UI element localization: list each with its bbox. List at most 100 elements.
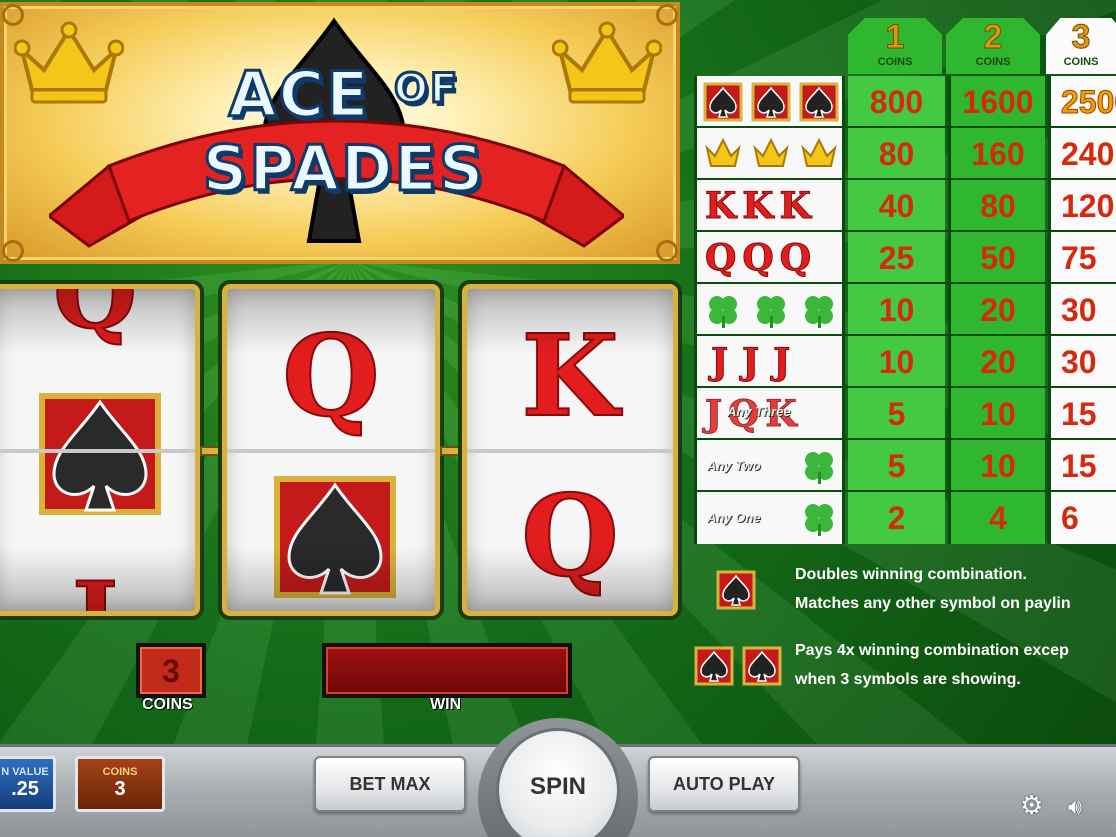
payout-3-coins: 75	[1048, 232, 1116, 282]
payout-2-coins: 80	[948, 180, 1045, 230]
symbol-kkk: KKK	[705, 185, 817, 228]
win-display-label: WIN	[430, 696, 462, 713]
double-wild-info-line1: Pays 4x winning combination excep	[795, 642, 1069, 659]
payout-2-coins: 160	[948, 128, 1045, 178]
clover-icon	[805, 504, 833, 536]
clover-icon	[757, 296, 785, 328]
coins-display: 3	[136, 643, 206, 698]
symbol-qqq: QQQ	[704, 237, 818, 280]
reel-1: Q J	[0, 284, 200, 616]
payout-2-coins: 1600	[948, 76, 1045, 126]
paytable-symbol-cell: JQK Any Three	[697, 388, 845, 438]
paytable-header-2-coins: 2 COINS	[946, 18, 1040, 74]
ace-of-spades-icon	[799, 82, 839, 122]
paytable-symbol-cell: QQQ	[697, 232, 845, 282]
reel-symbol-q: Q	[281, 310, 381, 443]
paytable-symbol-cell: Any Two	[697, 440, 845, 490]
paytable-row: 800 1600 2500	[697, 76, 1116, 128]
coins-selector-value: 3	[114, 778, 126, 800]
payout-3-coins: 6	[1048, 492, 1116, 544]
reel-symbol-k: K	[520, 310, 619, 443]
ace-of-spades-symbol-icon	[274, 476, 396, 598]
payline-connector	[440, 446, 462, 456]
payout-2-coins: 20	[948, 336, 1045, 386]
paytable-row: KKK 40 80 120	[697, 180, 1116, 232]
payout-1-coin: 5	[848, 440, 945, 490]
paytable-row: Any Two 5 10 15	[697, 440, 1116, 492]
title-ace-text: ACE	[227, 57, 371, 133]
payline-connector	[200, 446, 222, 456]
game-title-line2: SPADES	[201, 131, 486, 207]
payout-1-coin: 40	[848, 180, 945, 230]
paytable-symbol-cell: JJJ	[697, 336, 845, 386]
paytable-header-label: COINS	[1063, 56, 1099, 68]
wild-ace-of-spades-icon	[694, 646, 734, 686]
reel-symbol-q: Q	[52, 284, 138, 351]
wild-info-text: Doubles winning combination. Matches any…	[795, 560, 1071, 618]
paytable-header-1-coin: 1 COINS	[848, 18, 942, 74]
paytable-row: QQQ 25 50 75	[697, 232, 1116, 284]
paytable-symbol-cell	[697, 128, 845, 178]
payout-1-coin: 10	[848, 336, 945, 386]
paytable-symbol-cell: KKK	[697, 180, 845, 230]
crown-icon	[753, 137, 789, 167]
wild-ace-of-spades-icon	[716, 570, 756, 610]
payout-3-coins: 15	[1048, 440, 1116, 490]
clover-icon	[709, 296, 737, 328]
payout-3-coins: 30	[1048, 336, 1116, 386]
ace-of-spades-icon	[751, 82, 791, 122]
reel-2: Q	[222, 284, 440, 616]
clover-icon	[805, 296, 833, 328]
paytable-row: 80 160 240	[697, 128, 1116, 180]
banner-corner-ornament	[2, 240, 24, 262]
reel-3: K Q	[462, 284, 678, 616]
reel-symbol-j: J	[0, 560, 195, 611]
reel-symbol-q: Q	[520, 470, 620, 603]
paytable-row: JJJ 10 20 30	[697, 336, 1116, 388]
coin-value-selector[interactable]: N VALUE .25	[0, 756, 56, 812]
paytable-header-number: 2	[983, 18, 1003, 57]
coin-value-value: .25	[11, 778, 39, 800]
any-one-note: Any One	[707, 510, 761, 525]
payout-3-coins: 15	[1048, 388, 1116, 438]
payout-3-coins: 2500	[1048, 76, 1116, 126]
ace-of-spades-icon	[703, 82, 743, 122]
paytable: 800 1600 2500 80 160 240 KKK 40 80 120 Q…	[694, 76, 1116, 544]
wild-info-line2: Matches any other symbol on paylin	[795, 595, 1071, 612]
payout-1-coin: 5	[848, 388, 945, 438]
double-wild-info-text: Pays 4x winning combination excep when 3…	[795, 636, 1069, 694]
reel-divider	[227, 449, 435, 453]
sound-icon[interactable]: 🔊︎	[1068, 794, 1082, 820]
crown-icon	[801, 137, 837, 167]
title-banner: ACE OF SPADES	[0, 2, 680, 264]
settings-icon[interactable]: ⚙	[1020, 790, 1043, 821]
wild-ace-of-spades-icon	[742, 646, 782, 686]
game-title-line1: ACE OF	[4, 57, 684, 133]
wild-info-line1: Doubles winning combination.	[795, 566, 1027, 583]
coins-display-value: 3	[162, 653, 180, 689]
paytable-header-label: COINS	[877, 56, 913, 68]
paytable-symbol-cell	[697, 284, 845, 334]
win-display	[322, 643, 572, 698]
payout-2-coins: 10	[948, 388, 1045, 438]
auto-play-button[interactable]: AUTO PLAY	[648, 756, 800, 812]
coins-selector[interactable]: COINS 3	[75, 756, 165, 812]
coins-selector-label: COINS	[102, 766, 138, 778]
crown-icon	[705, 137, 741, 167]
reel-divider	[0, 449, 195, 453]
title-of-text: OF	[393, 65, 460, 114]
payout-1-coin: 10	[848, 284, 945, 334]
symbol-jjj: JJJ	[710, 341, 805, 384]
reel-divider	[467, 449, 673, 453]
payout-3-coins: 30	[1048, 284, 1116, 334]
coins-display-label: COINS	[142, 696, 193, 713]
paytable-symbol-cell: Any One	[697, 492, 845, 544]
payout-1-coin: 2	[848, 492, 945, 544]
payout-2-coins: 50	[948, 232, 1045, 282]
paytable-header-number: 1	[885, 18, 905, 57]
payout-2-coins: 10	[948, 440, 1045, 490]
payout-1-coin: 25	[848, 232, 945, 282]
payout-1-coin: 800	[848, 76, 945, 126]
paytable-symbol-cell	[697, 76, 845, 126]
bet-max-button[interactable]: BET MAX	[314, 756, 466, 812]
